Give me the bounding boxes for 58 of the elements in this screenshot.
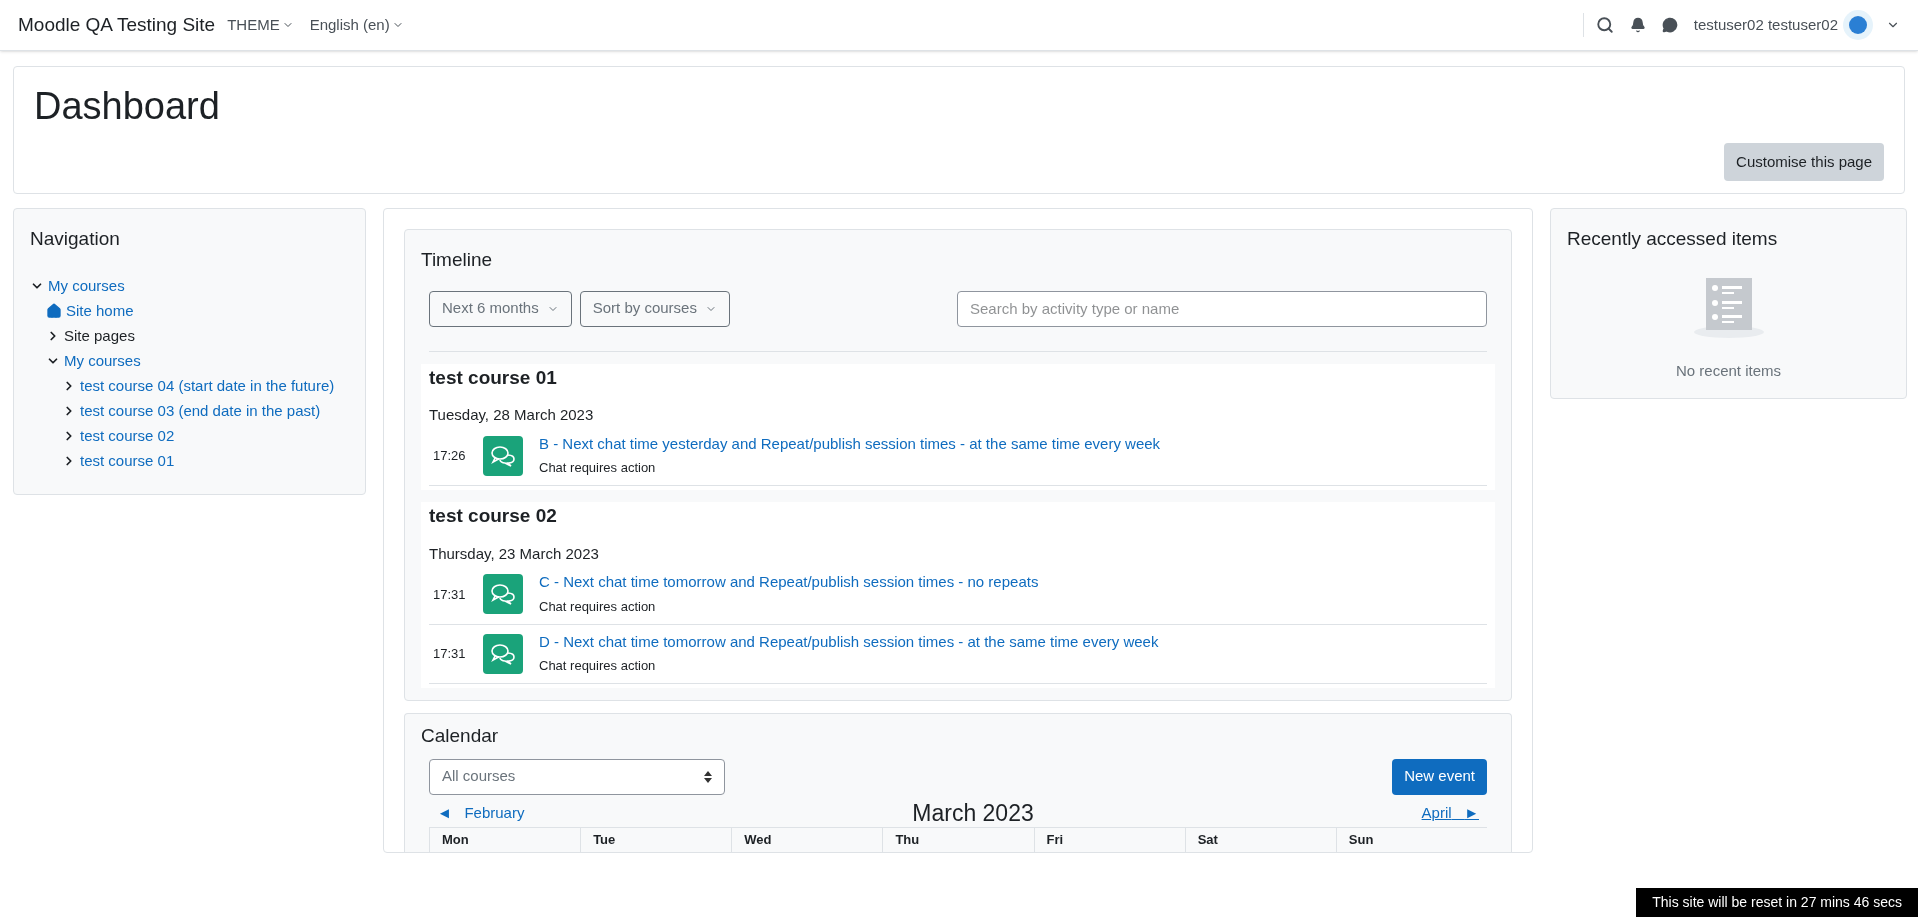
event-date: Tuesday, 28 March 2023	[429, 405, 595, 425]
event-time: 17:31	[433, 645, 467, 663]
chat-bubble-icon[interactable]	[1661, 17, 1678, 33]
nav-menu[interactable]: English (en)	[309, 13, 404, 37]
nav-item[interactable]: My courses	[64, 349, 141, 373]
course-name: test course 02	[429, 504, 558, 528]
nav-item[interactable]: test course 03 (end date in the past)	[80, 399, 321, 423]
avatar-icon[interactable]	[1842, 9, 1874, 41]
weekday-header: Fri	[1033, 828, 1185, 852]
home-icon	[46, 303, 62, 319]
nav-item[interactable]: test course 01	[80, 449, 175, 473]
nav-item[interactable]: Site home	[66, 299, 134, 323]
chat-icon	[483, 435, 523, 476]
search-field[interactable]: Search by activity type or name	[957, 290, 1487, 327]
user-name[interactable]: testuser02 testuser02	[1693, 13, 1838, 37]
nav-menu[interactable]: THEME	[227, 13, 294, 37]
filter-dropdown[interactable]: Next 6 months	[429, 290, 572, 327]
event-date: Thursday, 23 March 2023	[429, 543, 600, 564]
weekday-header: Sun	[1335, 828, 1487, 852]
event-status: Chat requires action	[539, 658, 656, 673]
empty-list-icon	[1692, 277, 1765, 340]
customise-button[interactable]: Customise this page	[1724, 142, 1884, 181]
month-title: March 2023	[912, 798, 1034, 828]
event-time: 17:26	[433, 447, 467, 465]
nav-item[interactable]: Site pages	[64, 324, 135, 348]
site-name[interactable]: Moodle QA Testing Site	[18, 10, 216, 40]
event-link[interactable]: B - Next chat time yesterday and Repeat/publish session times - at the same time every week	[539, 432, 1161, 455]
event-link[interactable]: D - Next chat time tomorrow and Repeat/publish session times - at the same time every week	[539, 630, 1159, 653]
nav-item[interactable]: test course 02	[80, 424, 175, 448]
chat-icon	[483, 633, 523, 674]
block-title: Navigation	[30, 227, 121, 251]
nav-item[interactable]: My courses	[48, 274, 125, 298]
course-select[interactable]: All courses	[429, 758, 725, 795]
weekday-header: Mon	[429, 828, 581, 852]
weekday-header: Tue	[580, 828, 732, 852]
event-status: Chat requires action	[539, 460, 656, 475]
chat-icon	[483, 574, 523, 615]
filter-dropdown[interactable]: Sort by courses	[579, 290, 730, 327]
empty-message: No recent items	[1675, 360, 1781, 381]
reset-notice: This site will be reset in 27 mins 46 secs	[1636, 888, 1918, 917]
block-title: Timeline	[421, 248, 494, 272]
block-title: Recently accessed items	[1567, 227, 1779, 251]
search-icon[interactable]	[1595, 16, 1614, 34]
event-status: Chat requires action	[539, 598, 656, 614]
bell-icon[interactable]	[1629, 17, 1646, 33]
page-title: Dashboard	[34, 84, 221, 129]
new-event-button[interactable]: New event	[1392, 758, 1487, 795]
course-name: test course 01	[429, 365, 558, 390]
previous-month-link[interactable]: ◄ February	[429, 801, 533, 825]
nav-item[interactable]: test course 04 (start date in the future)	[80, 374, 335, 398]
next-month-link[interactable]: April ►	[1413, 801, 1487, 825]
block-title: Calendar	[421, 724, 500, 748]
weekday-header: Wed	[731, 828, 883, 852]
event-time: 17:31	[433, 585, 467, 604]
weekday-header: Thu	[882, 828, 1034, 852]
weekday-header: Sat	[1184, 828, 1336, 852]
sort-caret-icon	[704, 770, 712, 783]
event-link[interactable]: C - Next chat time tomorrow and Repeat/publish session times - no repeats	[539, 571, 1039, 594]
